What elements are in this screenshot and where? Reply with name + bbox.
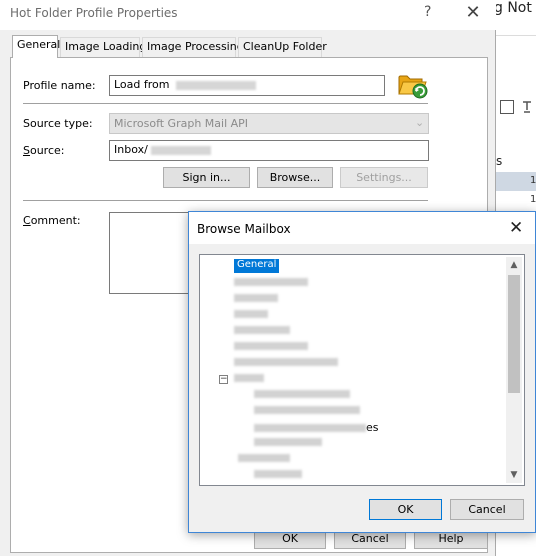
browse-button[interactable]: Browse...	[257, 167, 333, 188]
settings-button[interactable]: Settings...	[340, 167, 428, 188]
tree-item-selected[interactable]: General	[234, 259, 280, 273]
background-separator	[496, 35, 536, 36]
collapse-icon[interactable]: −	[219, 375, 228, 384]
background-column-header[interactable]: s	[496, 154, 502, 168]
tree-scrollbar[interactable]: ▲ ▼	[506, 257, 522, 483]
browse-titlebar[interactable]: Browse Mailbox ✕	[189, 212, 535, 244]
source-type-value: Microsoft Graph Mail API	[114, 117, 249, 130]
source-type-label: Source type:	[23, 117, 93, 130]
scrollbar-thumb[interactable]	[508, 275, 520, 393]
chevron-down-icon: ⌄	[415, 116, 425, 129]
browse-ok-button[interactable]: OK	[369, 499, 442, 520]
pin-icon[interactable]	[520, 100, 534, 114]
browse-mailbox-dialog: Browse Mailbox ✕ General − es ▲ ▼ OK Can…	[188, 211, 536, 533]
tree-item[interactable]	[234, 309, 268, 323]
tree-item[interactable]	[234, 357, 338, 371]
scroll-up-icon[interactable]: ▲	[506, 257, 522, 273]
mailbox-folder-tree[interactable]: General − es ▲ ▼	[199, 254, 525, 486]
tree-item[interactable]	[254, 389, 350, 403]
sign-in-button[interactable]: Sign in...	[163, 167, 250, 188]
source-value: Inbox/	[114, 143, 148, 156]
tree-item[interactable]	[254, 405, 360, 419]
comment-label: Comment:	[23, 214, 81, 227]
tree-item-suffix: es	[366, 421, 379, 434]
redacted-text	[175, 80, 256, 90]
source-label: Source:	[23, 144, 65, 157]
profile-name-label: Profile name:	[23, 79, 96, 92]
tree-item[interactable]	[254, 437, 322, 451]
background-window-title: g Not	[494, 0, 532, 16]
background-row-value: 1	[530, 194, 536, 205]
tree-item[interactable]	[238, 453, 290, 467]
tree-item[interactable]	[254, 469, 302, 483]
tree-item[interactable]: es	[254, 421, 379, 435]
scroll-down-icon[interactable]: ▼	[506, 467, 522, 483]
tab-cleanup-folder[interactable]: CleanUp Folder	[238, 37, 327, 57]
browse-cancel-button[interactable]: Cancel	[450, 499, 524, 520]
redacted-text	[151, 145, 212, 155]
section-divider	[23, 200, 428, 201]
tab-image-loading[interactable]: Image Loading	[60, 37, 146, 57]
help-icon[interactable]: ?	[424, 4, 431, 20]
dialog-titlebar[interactable]: Hot Folder Profile Properties ? ✕	[0, 0, 496, 30]
tree-item[interactable]	[234, 277, 308, 291]
tree-item[interactable]	[234, 325, 290, 339]
text-frame-icon[interactable]	[500, 100, 514, 114]
source-field[interactable]: Inbox/	[109, 140, 429, 161]
source-type-dropdown[interactable]: Microsoft Graph Mail API ⌄	[109, 113, 429, 134]
profile-name-value: Load from	[114, 78, 170, 91]
dialog-title: Hot Folder Profile Properties	[10, 6, 178, 20]
tree-item[interactable]	[234, 341, 308, 355]
background-row-value: 1	[530, 175, 536, 186]
folder-refresh-icon[interactable]	[396, 68, 430, 100]
close-icon[interactable]: ✕	[462, 2, 484, 24]
tree-item[interactable]	[234, 373, 264, 387]
profile-name-field[interactable]: Load from	[109, 75, 385, 96]
browse-title: Browse Mailbox	[197, 222, 291, 236]
tab-image-processing[interactable]: Image Processing	[142, 37, 244, 57]
section-divider	[23, 103, 428, 104]
tab-general[interactable]: General	[12, 35, 60, 58]
close-icon[interactable]: ✕	[509, 218, 523, 238]
tree-item[interactable]	[234, 293, 278, 307]
